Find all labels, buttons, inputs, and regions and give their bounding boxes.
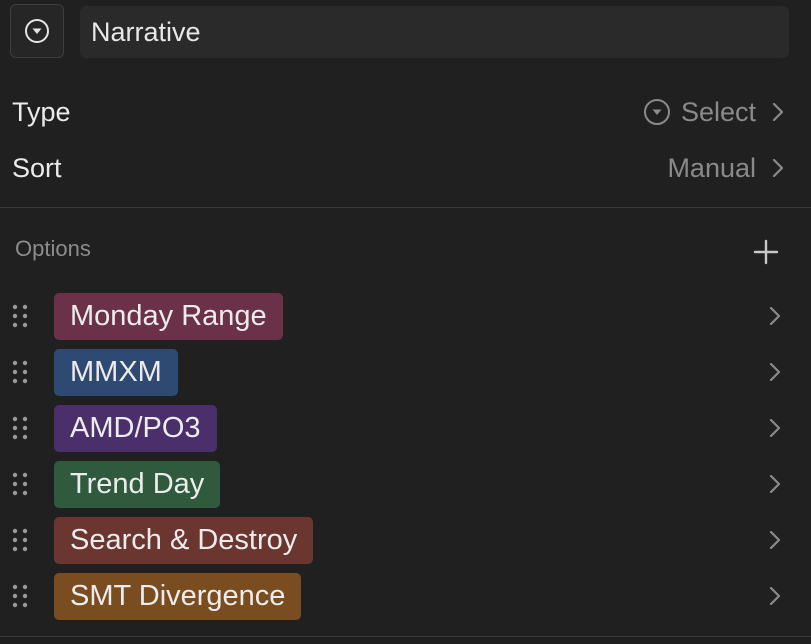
- drag-handle-icon[interactable]: [11, 359, 29, 385]
- chevron-right-icon[interactable]: [768, 361, 782, 383]
- type-label: Type: [12, 96, 71, 127]
- circle-chevron-down-icon: [643, 99, 670, 125]
- option-chip[interactable]: Search & Destroy: [54, 516, 314, 564]
- drag-handle-icon[interactable]: [11, 415, 29, 441]
- sort-value-text: Manual: [667, 152, 756, 183]
- option-chip[interactable]: Trend Day: [54, 460, 221, 508]
- chevron-right-icon[interactable]: [768, 417, 782, 439]
- options-section-label: Options: [15, 236, 91, 261]
- type-value-text: Select: [680, 96, 756, 127]
- option-row[interactable]: Search & Destroy: [0, 512, 811, 568]
- option-row[interactable]: Monday Range: [0, 288, 811, 344]
- sort-row[interactable]: Sort Manual: [12, 148, 790, 188]
- type-value[interactable]: Select: [643, 97, 790, 128]
- property-name-value: Narrative: [91, 16, 201, 47]
- chevron-right-icon[interactable]: [768, 305, 782, 327]
- drag-handle-icon[interactable]: [11, 471, 29, 497]
- chevron-right-icon[interactable]: [768, 585, 782, 607]
- property-icon-button[interactable]: [10, 4, 64, 58]
- circle-chevron-down-icon: [25, 19, 49, 43]
- divider: [0, 207, 811, 208]
- property-name-input[interactable]: Narrative: [80, 6, 789, 58]
- divider: [0, 636, 811, 637]
- option-row[interactable]: SMT Divergence: [0, 568, 811, 624]
- sort-value[interactable]: Manual: [667, 153, 790, 184]
- option-row[interactable]: Trend Day: [0, 456, 811, 512]
- option-chip[interactable]: Monday Range: [54, 292, 283, 340]
- chevron-right-icon[interactable]: [768, 473, 782, 495]
- property-editor-panel: Narrative Type Select Sort Manual Option…: [0, 0, 811, 644]
- chevron-right-icon: [766, 100, 790, 124]
- chevron-right-icon: [766, 156, 790, 180]
- add-option-button[interactable]: [750, 236, 782, 268]
- drag-handle-icon[interactable]: [11, 527, 29, 553]
- option-chip[interactable]: AMD/PO3: [54, 404, 217, 452]
- plus-icon: [753, 239, 779, 265]
- drag-handle-icon[interactable]: [11, 583, 29, 609]
- option-chip[interactable]: SMT Divergence: [54, 572, 302, 620]
- chevron-right-icon[interactable]: [768, 529, 782, 551]
- option-chip[interactable]: MMXM: [54, 348, 178, 396]
- option-row[interactable]: MMXM: [0, 344, 811, 400]
- drag-handle-icon[interactable]: [11, 303, 29, 329]
- sort-label: Sort: [12, 152, 62, 183]
- option-row[interactable]: AMD/PO3: [0, 400, 811, 456]
- type-row[interactable]: Type Select: [12, 92, 790, 132]
